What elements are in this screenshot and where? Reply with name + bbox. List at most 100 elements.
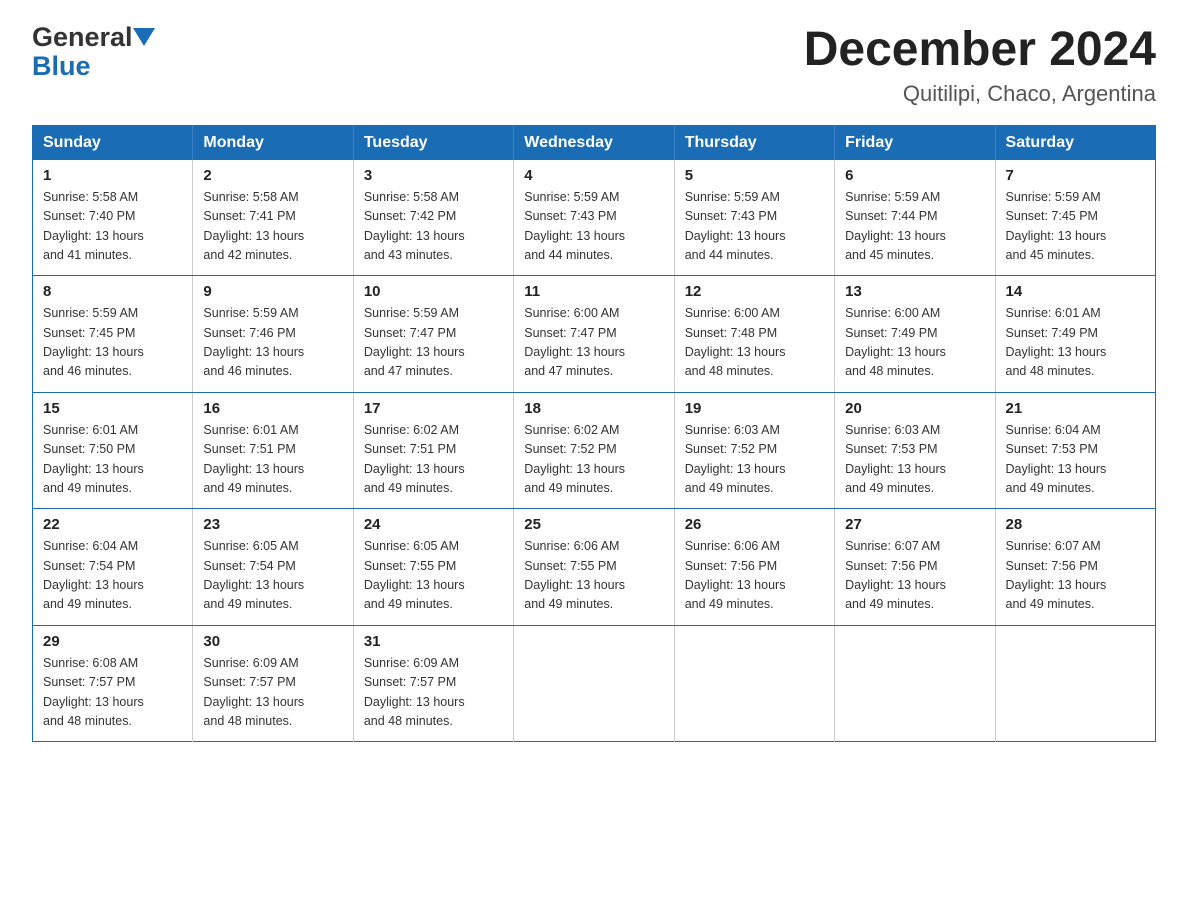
day-info: Sunrise: 6:03 AM Sunset: 7:52 PM Dayligh…	[685, 421, 824, 499]
header-day-thursday: Thursday	[674, 125, 834, 160]
calendar-cell: 24 Sunrise: 6:05 AM Sunset: 7:55 PM Dayl…	[353, 509, 513, 626]
day-info: Sunrise: 5:59 AM Sunset: 7:47 PM Dayligh…	[364, 304, 503, 382]
calendar-cell: 8 Sunrise: 5:59 AM Sunset: 7:45 PM Dayli…	[33, 276, 193, 393]
day-info: Sunrise: 6:08 AM Sunset: 7:57 PM Dayligh…	[43, 654, 182, 732]
calendar-cell: 27 Sunrise: 6:07 AM Sunset: 7:56 PM Dayl…	[835, 509, 995, 626]
calendar-cell: 14 Sunrise: 6:01 AM Sunset: 7:49 PM Dayl…	[995, 276, 1155, 393]
calendar-cell: 29 Sunrise: 6:08 AM Sunset: 7:57 PM Dayl…	[33, 625, 193, 742]
day-number: 7	[1006, 167, 1145, 184]
day-info: Sunrise: 5:58 AM Sunset: 7:40 PM Dayligh…	[43, 188, 182, 266]
day-info: Sunrise: 5:59 AM Sunset: 7:45 PM Dayligh…	[43, 304, 182, 382]
calendar-cell: 12 Sunrise: 6:00 AM Sunset: 7:48 PM Dayl…	[674, 276, 834, 393]
calendar-week-row: 22 Sunrise: 6:04 AM Sunset: 7:54 PM Dayl…	[33, 509, 1156, 626]
day-number: 31	[364, 633, 503, 650]
calendar-body: 1 Sunrise: 5:58 AM Sunset: 7:40 PM Dayli…	[33, 160, 1156, 742]
day-number: 30	[203, 633, 342, 650]
calendar-header: SundayMondayTuesdayWednesdayThursdayFrid…	[33, 125, 1156, 160]
day-number: 13	[845, 283, 984, 300]
day-info: Sunrise: 6:03 AM Sunset: 7:53 PM Dayligh…	[845, 421, 984, 499]
day-number: 2	[203, 167, 342, 184]
calendar-cell: 16 Sunrise: 6:01 AM Sunset: 7:51 PM Dayl…	[193, 392, 353, 509]
day-info: Sunrise: 6:06 AM Sunset: 7:55 PM Dayligh…	[524, 537, 663, 615]
calendar-cell: 4 Sunrise: 5:59 AM Sunset: 7:43 PM Dayli…	[514, 160, 674, 276]
day-info: Sunrise: 5:58 AM Sunset: 7:41 PM Dayligh…	[203, 188, 342, 266]
calendar-cell: 21 Sunrise: 6:04 AM Sunset: 7:53 PM Dayl…	[995, 392, 1155, 509]
calendar-cell: 1 Sunrise: 5:58 AM Sunset: 7:40 PM Dayli…	[33, 160, 193, 276]
day-info: Sunrise: 6:07 AM Sunset: 7:56 PM Dayligh…	[845, 537, 984, 615]
day-info: Sunrise: 5:59 AM Sunset: 7:43 PM Dayligh…	[524, 188, 663, 266]
day-info: Sunrise: 5:59 AM Sunset: 7:44 PM Dayligh…	[845, 188, 984, 266]
day-number: 10	[364, 283, 503, 300]
calendar-cell	[674, 625, 834, 742]
day-number: 28	[1006, 516, 1145, 533]
day-info: Sunrise: 6:01 AM Sunset: 7:50 PM Dayligh…	[43, 421, 182, 499]
day-info: Sunrise: 6:09 AM Sunset: 7:57 PM Dayligh…	[364, 654, 503, 732]
day-info: Sunrise: 5:59 AM Sunset: 7:46 PM Dayligh…	[203, 304, 342, 382]
day-info: Sunrise: 6:04 AM Sunset: 7:54 PM Dayligh…	[43, 537, 182, 615]
day-info: Sunrise: 6:01 AM Sunset: 7:49 PM Dayligh…	[1006, 304, 1145, 382]
day-info: Sunrise: 6:00 AM Sunset: 7:49 PM Dayligh…	[845, 304, 984, 382]
day-info: Sunrise: 6:02 AM Sunset: 7:52 PM Dayligh…	[524, 421, 663, 499]
day-number: 19	[685, 400, 824, 417]
day-info: Sunrise: 6:05 AM Sunset: 7:55 PM Dayligh…	[364, 537, 503, 615]
page-title: December 2024	[804, 24, 1156, 77]
calendar-cell: 13 Sunrise: 6:00 AM Sunset: 7:49 PM Dayl…	[835, 276, 995, 393]
day-info: Sunrise: 6:01 AM Sunset: 7:51 PM Dayligh…	[203, 421, 342, 499]
day-number: 18	[524, 400, 663, 417]
day-number: 24	[364, 516, 503, 533]
calendar-cell: 3 Sunrise: 5:58 AM Sunset: 7:42 PM Dayli…	[353, 160, 513, 276]
day-info: Sunrise: 6:00 AM Sunset: 7:47 PM Dayligh…	[524, 304, 663, 382]
day-number: 27	[845, 516, 984, 533]
day-number: 3	[364, 167, 503, 184]
day-number: 21	[1006, 400, 1145, 417]
header-day-saturday: Saturday	[995, 125, 1155, 160]
calendar-cell: 2 Sunrise: 5:58 AM Sunset: 7:41 PM Dayli…	[193, 160, 353, 276]
calendar-cell: 5 Sunrise: 5:59 AM Sunset: 7:43 PM Dayli…	[674, 160, 834, 276]
calendar-cell: 22 Sunrise: 6:04 AM Sunset: 7:54 PM Dayl…	[33, 509, 193, 626]
calendar-cell	[835, 625, 995, 742]
day-info: Sunrise: 5:59 AM Sunset: 7:45 PM Dayligh…	[1006, 188, 1145, 266]
day-number: 14	[1006, 283, 1145, 300]
day-info: Sunrise: 6:05 AM Sunset: 7:54 PM Dayligh…	[203, 537, 342, 615]
calendar-cell: 17 Sunrise: 6:02 AM Sunset: 7:51 PM Dayl…	[353, 392, 513, 509]
header-day-sunday: Sunday	[33, 125, 193, 160]
calendar-cell: 30 Sunrise: 6:09 AM Sunset: 7:57 PM Dayl…	[193, 625, 353, 742]
day-number: 22	[43, 516, 182, 533]
day-number: 26	[685, 516, 824, 533]
day-number: 5	[685, 167, 824, 184]
calendar-cell: 9 Sunrise: 5:59 AM Sunset: 7:46 PM Dayli…	[193, 276, 353, 393]
calendar-cell: 6 Sunrise: 5:59 AM Sunset: 7:44 PM Dayli…	[835, 160, 995, 276]
day-info: Sunrise: 6:06 AM Sunset: 7:56 PM Dayligh…	[685, 537, 824, 615]
calendar-week-row: 15 Sunrise: 6:01 AM Sunset: 7:50 PM Dayl…	[33, 392, 1156, 509]
day-number: 23	[203, 516, 342, 533]
day-number: 12	[685, 283, 824, 300]
day-info: Sunrise: 6:02 AM Sunset: 7:51 PM Dayligh…	[364, 421, 503, 499]
logo-blue: Blue	[32, 51, 91, 81]
day-number: 15	[43, 400, 182, 417]
calendar-cell: 10 Sunrise: 5:59 AM Sunset: 7:47 PM Dayl…	[353, 276, 513, 393]
day-number: 25	[524, 516, 663, 533]
day-number: 9	[203, 283, 342, 300]
day-info: Sunrise: 6:00 AM Sunset: 7:48 PM Dayligh…	[685, 304, 824, 382]
calendar-cell: 23 Sunrise: 6:05 AM Sunset: 7:54 PM Dayl…	[193, 509, 353, 626]
calendar-cell: 28 Sunrise: 6:07 AM Sunset: 7:56 PM Dayl…	[995, 509, 1155, 626]
calendar-cell: 19 Sunrise: 6:03 AM Sunset: 7:52 PM Dayl…	[674, 392, 834, 509]
calendar-cell: 31 Sunrise: 6:09 AM Sunset: 7:57 PM Dayl…	[353, 625, 513, 742]
calendar-cell: 20 Sunrise: 6:03 AM Sunset: 7:53 PM Dayl…	[835, 392, 995, 509]
day-number: 8	[43, 283, 182, 300]
calendar-cell: 11 Sunrise: 6:00 AM Sunset: 7:47 PM Dayl…	[514, 276, 674, 393]
header-day-tuesday: Tuesday	[353, 125, 513, 160]
calendar-table: SundayMondayTuesdayWednesdayThursdayFrid…	[32, 125, 1156, 743]
logo-arrow-icon	[133, 28, 155, 48]
calendar-cell: 15 Sunrise: 6:01 AM Sunset: 7:50 PM Dayl…	[33, 392, 193, 509]
header-day-wednesday: Wednesday	[514, 125, 674, 160]
page-header: General Blue December 2024 Quitilipi, Ch…	[32, 24, 1156, 107]
title-block: December 2024 Quitilipi, Chaco, Argentin…	[804, 24, 1156, 107]
day-number: 4	[524, 167, 663, 184]
day-number: 20	[845, 400, 984, 417]
calendar-cell	[995, 625, 1155, 742]
header-day-friday: Friday	[835, 125, 995, 160]
logo: General Blue	[32, 24, 155, 82]
calendar-week-row: 8 Sunrise: 5:59 AM Sunset: 7:45 PM Dayli…	[33, 276, 1156, 393]
calendar-cell: 25 Sunrise: 6:06 AM Sunset: 7:55 PM Dayl…	[514, 509, 674, 626]
